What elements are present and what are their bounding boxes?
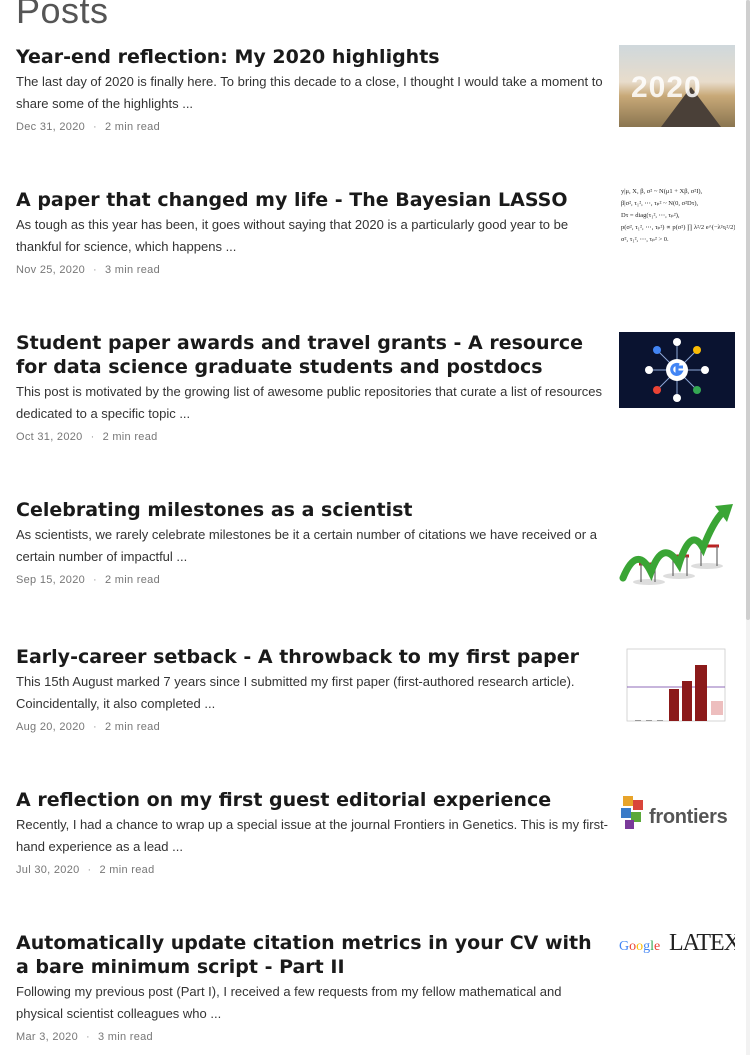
thumbnail-2020-text: 2020 <box>631 71 702 104</box>
post-thumbnail[interactable]: y|μ, X, β, σ² ~ N(μ1 + Xβ, σ²I), β|σ², τ… <box>619 184 735 258</box>
post-item: Automatically update citation metrics in… <box>16 927 738 1043</box>
post-summary: Recently, I had a chance to wrap up a sp… <box>16 817 609 854</box>
post-thumbnail[interactable]: Google LATEX <box>619 927 735 967</box>
google-wordmark-text: Google <box>619 939 660 954</box>
post-read-time: 3 min read <box>97 1031 153 1043</box>
equation-line: Dτ = diag(τ₁², ⋯, τₚ²), <box>621 212 680 219</box>
post-item: A paper that changed my life - The Bayes… <box>16 184 738 276</box>
post-date: Oct 31, 2020 <box>16 431 83 443</box>
post-read-time: 2 min read <box>102 431 158 443</box>
post-title-link[interactable]: A paper that changed my life - The Bayes… <box>16 188 606 212</box>
post-date: Sep 15, 2020 <box>16 574 86 586</box>
post-date: Jul 30, 2020 <box>16 864 80 876</box>
post-thumbnail[interactable] <box>619 645 735 731</box>
post-read-time: 2 min read <box>105 721 160 733</box>
post-thumbnail[interactable]: frontiers <box>619 784 735 844</box>
equation-line: y|μ, X, β, σ² ~ N(μ1 + Xβ, σ²I), <box>621 188 703 195</box>
post-title-link[interactable]: Early-career setback - A throwback to my… <box>16 645 606 669</box>
post-read-time: 2 min read <box>99 864 155 876</box>
bar-chart-icon <box>626 648 726 722</box>
post-date: Mar 3, 2020 <box>16 1031 79 1043</box>
post-item: Celebrating milestones as a scientist As… <box>16 498 738 602</box>
post-item: Early-career setback - A throwback to my… <box>16 645 738 733</box>
post-date: Aug 20, 2020 <box>16 721 86 733</box>
scrollbar-thumb[interactable] <box>746 0 750 620</box>
post-date: Dec 31, 2020 <box>16 121 86 133</box>
meta-separator: · <box>86 1031 90 1043</box>
google-wordmark: Google <box>619 939 660 955</box>
post-title-link[interactable]: Celebrating milestones as a scientist <box>16 498 606 522</box>
post-title-link[interactable]: A reflection on my first guest editorial… <box>16 788 606 812</box>
equation-line: p(σ², τ₁², ⋯, τₚ²) ∝ p(σ²) ∏ λ²/2 e^(−λ²… <box>621 224 735 231</box>
post-meta: Jul 30, 2020 · 2 min read <box>16 864 738 876</box>
post-read-time: 2 min read <box>105 574 160 586</box>
post-summary: The last day of 2020 is finally here. To… <box>16 74 603 111</box>
post-title-link[interactable]: Year-end reflection: My 2020 highlights <box>16 45 606 69</box>
frontiers-logo-text: frontiers <box>649 806 728 828</box>
latex-logo-text: LATEX <box>669 930 735 956</box>
meta-separator: · <box>93 121 98 133</box>
post-date: Nov 25, 2020 <box>16 264 86 276</box>
post-title-link[interactable]: Automatically update citation metrics in… <box>16 931 606 979</box>
google-network-icon <box>645 338 709 402</box>
google-wordmark-letter: G <box>619 939 630 954</box>
frontiers-cubes-icon <box>621 796 643 829</box>
meta-separator: · <box>90 431 95 443</box>
post-thumbnail[interactable] <box>619 332 735 408</box>
scrollbar[interactable] <box>746 0 750 1055</box>
post-summary: This 15th August marked 7 years since I … <box>16 674 575 711</box>
post-summary: As scientists, we rarely celebrate miles… <box>16 527 597 564</box>
meta-separator: · <box>87 864 92 876</box>
post-summary: As tough as this year has been, it goes … <box>16 217 569 254</box>
post-summary: Following my previous post (Part I), I r… <box>16 984 562 1021</box>
page-title: Posts <box>16 0 109 31</box>
post-thumbnail[interactable] <box>619 502 735 602</box>
post-summary: This post is motivated by the growing li… <box>16 384 602 421</box>
post-thumbnail[interactable]: 2020 <box>619 45 735 127</box>
meta-separator: · <box>93 721 98 733</box>
green-arrow-hurdles-icon <box>619 504 733 585</box>
post-read-time: 2 min read <box>105 121 160 133</box>
equation-line: β|σ², τ₁², ⋯, τₚ² ~ N(0, σ²Dτ), <box>621 200 699 207</box>
post-meta: Mar 3, 2020 · 3 min read <box>16 1031 738 1043</box>
post-item: Year-end reflection: My 2020 highlights … <box>16 45 738 133</box>
post-item: A reflection on my first guest editorial… <box>16 784 738 876</box>
post-item: Student paper awards and travel grants -… <box>16 331 738 443</box>
meta-separator: · <box>93 574 98 586</box>
meta-separator: · <box>93 264 98 276</box>
post-meta: Oct 31, 2020 · 2 min read <box>16 431 738 443</box>
equation-line: σ², τ₁², ⋯, τₚ² > 0. <box>621 236 669 243</box>
post-title-link[interactable]: Student paper awards and travel grants -… <box>16 331 606 379</box>
google-wordmark-letter: e <box>654 939 661 954</box>
post-meta: Nov 25, 2020 · 3 min read <box>16 264 738 276</box>
post-read-time: 3 min read <box>105 264 160 276</box>
